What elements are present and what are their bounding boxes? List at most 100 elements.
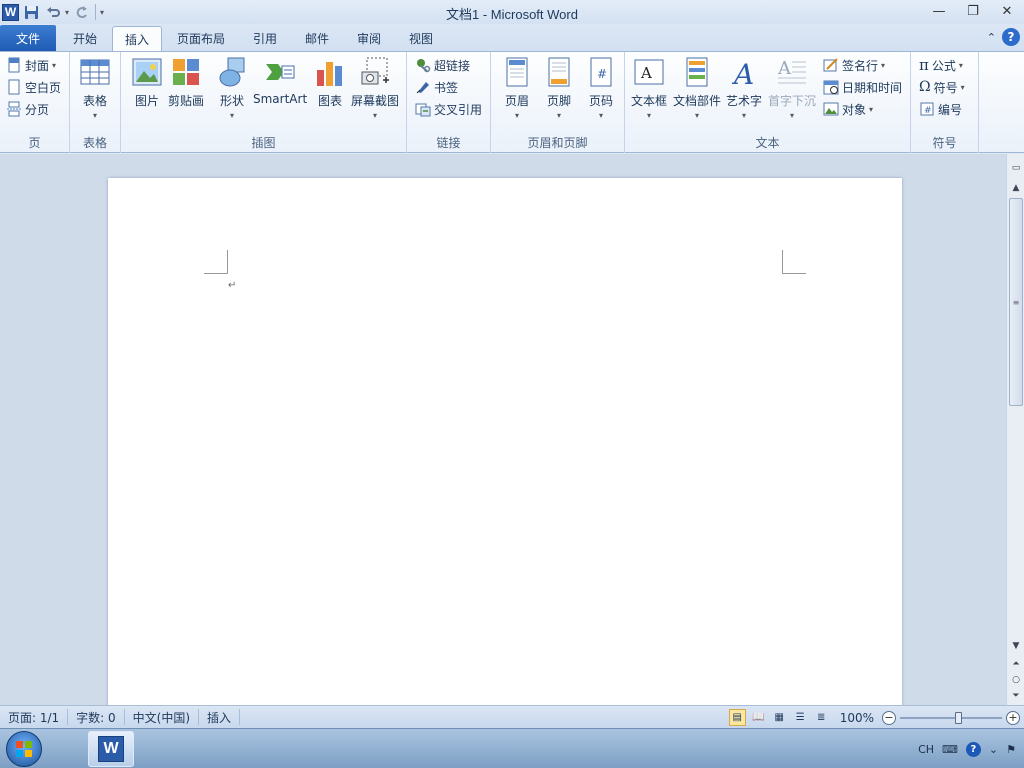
restore-icon: ❐ — [967, 3, 979, 19]
taskbar-word-button[interactable]: W — [88, 731, 134, 767]
customize-toolbar-icon[interactable]: ▾ — [100, 8, 104, 17]
cross-reference-label: 交叉引用 — [434, 102, 483, 117]
tab-home[interactable]: 开始 — [60, 26, 110, 51]
help-icon[interactable]: ? — [1002, 28, 1020, 46]
shapes-label: 形状 — [219, 94, 244, 108]
dropcap-button[interactable]: A 首字下沉 ▾ — [768, 56, 816, 120]
zoom-in-button[interactable]: + — [1006, 710, 1020, 725]
cross-reference-button[interactable]: 交叉引用 — [415, 99, 482, 119]
blank-page-button[interactable]: 空白页 — [6, 77, 61, 97]
cross-reference-icon — [415, 103, 431, 117]
scroll-down-button[interactable]: ▼ — [1008, 638, 1024, 654]
signature-line-button[interactable]: 签名行 ▾ — [823, 55, 885, 75]
window-title: 文档1 - Microsoft Word — [446, 7, 578, 22]
status-bar: 页面: 1/1 字数: 0 中文(中国) 插入 ▤ 📖 ▦ ☰ ≣ 100% −… — [0, 705, 1024, 728]
scroll-up-button[interactable]: ▲ — [1008, 180, 1024, 196]
wordart-button[interactable]: A 艺术字 ▾ — [726, 56, 762, 120]
web-layout-view-button[interactable]: ▦ — [771, 709, 788, 726]
object-button[interactable]: 对象 ▾ — [823, 99, 873, 119]
outline-view-button[interactable]: ☰ — [792, 709, 809, 726]
tab-view[interactable]: 视图 — [396, 26, 446, 51]
textbox-icon: A — [634, 59, 664, 85]
minimize-ribbon-icon[interactable]: ⌃ — [987, 31, 996, 44]
symbol-button[interactable]: Ω 符号 ▾ — [919, 77, 965, 97]
chevron-down-icon: ▾ — [958, 60, 963, 70]
reading-icon: 📖 — [751, 712, 765, 723]
chart-button[interactable]: 图表 — [314, 56, 346, 109]
margin-corner-top-right — [782, 250, 806, 274]
flag-icon[interactable]: ⚑ — [1006, 743, 1016, 756]
hyperlink-button[interactable]: 超链接 — [415, 55, 470, 75]
date-time-button[interactable]: 日期和时间 — [823, 77, 902, 97]
tab-insert[interactable]: 插入 — [112, 26, 162, 52]
minimize-button[interactable]: — — [922, 0, 956, 22]
wordart-label: 艺术字 — [726, 94, 763, 108]
select-browse-object-button[interactable]: ○ — [1008, 672, 1024, 688]
vertical-scrollbar[interactable]: ▭ ▲ ≡ ▼ ⏶ ○ ⏷ — [1006, 154, 1024, 705]
word-count[interactable]: 字数: 0 — [68, 709, 125, 725]
taskbar: W CH ⌨ ? ⌄ ⚑ — [0, 728, 1024, 768]
tab-references[interactable]: 引用 — [240, 26, 290, 51]
page-number-button[interactable]: # 页码 ▾ — [585, 56, 617, 120]
previous-page-button[interactable]: ⏶ — [1008, 656, 1024, 672]
redo-button[interactable] — [71, 2, 91, 22]
undo-dropdown-icon[interactable]: ▾ — [65, 8, 69, 17]
numbering-button[interactable]: # 编号 — [919, 99, 962, 119]
language-indicator[interactable]: 中文(中国) — [125, 709, 200, 725]
draft-view-button[interactable]: ≣ — [813, 709, 830, 726]
cover-page-button[interactable]: 封面 ▾ — [6, 55, 56, 75]
ime-indicator[interactable]: CH — [918, 743, 934, 756]
ime-options-icon[interactable]: ⌄ — [989, 743, 998, 756]
footer-button[interactable]: 页脚 ▾ — [543, 56, 575, 120]
chevron-down-icon: ▾ — [869, 104, 874, 114]
group-header-footer: 页眉 ▾ 页脚 ▾ # 页码 ▾ 页眉和页脚 — [491, 52, 625, 153]
ruler-icon: ▭ — [1011, 163, 1021, 173]
shapes-button[interactable]: 形状 ▾ — [216, 56, 248, 120]
full-screen-reading-view-button[interactable]: 📖 — [750, 709, 767, 726]
zoom-slider-knob[interactable] — [955, 711, 962, 724]
header-button[interactable]: 页眉 ▾ — [501, 56, 533, 120]
close-button[interactable]: ✕ — [990, 0, 1024, 22]
document-area[interactable]: ↵ — [0, 154, 1006, 705]
chevron-down-icon: ▾ — [92, 111, 97, 120]
zoom-slider[interactable] — [900, 711, 1002, 725]
zoom-out-button[interactable]: − — [882, 710, 896, 725]
undo-button[interactable] — [43, 2, 63, 22]
ime-help-icon[interactable]: ? — [965, 741, 981, 757]
tab-review[interactable]: 审阅 — [344, 26, 394, 51]
tab-mailings[interactable]: 邮件 — [292, 26, 342, 51]
clipart-button[interactable]: 剪贴画 — [168, 56, 204, 109]
screenshot-button[interactable]: 屏幕截图 ▾ — [351, 56, 399, 120]
object-label: 对象 — [842, 102, 867, 117]
chevron-down-icon: ▾ — [695, 111, 700, 120]
ruler-toggle-button[interactable]: ▭ — [1008, 160, 1024, 176]
textbox-button[interactable]: A 文本框 ▾ — [631, 56, 667, 120]
document-page[interactable]: ↵ — [108, 178, 902, 705]
save-button[interactable] — [21, 2, 41, 22]
quick-parts-button[interactable]: 文档部件 ▾ — [673, 56, 721, 120]
smartart-button[interactable]: SmartArt — [253, 56, 307, 106]
next-page-button[interactable]: ⏷ — [1008, 688, 1024, 704]
print-layout-view-button[interactable]: ▤ — [728, 709, 746, 726]
chevron-down-icon: ▾ — [373, 111, 378, 120]
table-button[interactable]: 表格 ▾ — [79, 56, 111, 120]
restore-button[interactable]: ❐ — [956, 0, 990, 22]
hyperlink-label: 超链接 — [434, 58, 471, 73]
picture-button[interactable]: 图片 — [131, 56, 163, 109]
keyboard-icon[interactable]: ⌨ — [942, 743, 958, 756]
page-break-button[interactable]: 分页 — [6, 99, 49, 119]
close-icon: ✕ — [1001, 3, 1013, 19]
page-break-label: 分页 — [25, 102, 50, 117]
insert-mode-indicator[interactable]: 插入 — [199, 709, 241, 725]
page-count[interactable]: 页面: 1/1 — [0, 709, 69, 725]
equation-button[interactable]: π 公式 ▾ — [919, 55, 963, 75]
scroll-thumb[interactable]: ≡ — [1009, 198, 1023, 406]
word-app-icon[interactable]: W — [2, 3, 19, 21]
tab-file[interactable]: 文件 — [0, 25, 56, 51]
tab-page-layout[interactable]: 页面布局 — [166, 26, 236, 51]
zoom-level[interactable]: 100% — [840, 711, 874, 725]
signature-line-label: 签名行 — [842, 58, 879, 73]
start-button[interactable] — [6, 731, 42, 767]
bookmark-button[interactable]: 书签 — [415, 77, 458, 97]
group-tables: 表格 ▾ 表格 — [70, 52, 121, 153]
